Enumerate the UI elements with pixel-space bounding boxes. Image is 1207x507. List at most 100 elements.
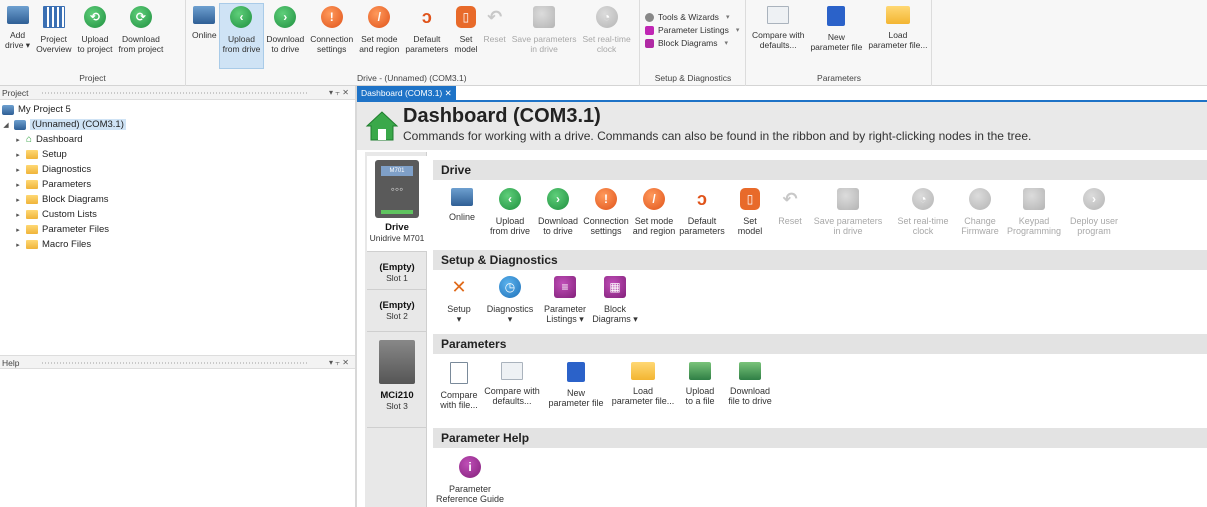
expand-icon[interactable]: ▸ — [14, 196, 22, 204]
block-diagrams-button[interactable]: ▦ Block Diagrams ▾ — [590, 268, 640, 324]
dashboard-header: Dashboard (COM3.1) Commands for working … — [357, 102, 1207, 150]
expand-icon[interactable]: ▸ — [14, 226, 22, 234]
tree-item-setup[interactable]: ▸ Setup — [14, 148, 67, 161]
upload-to-project-button[interactable]: ⟲ Upload to project — [75, 4, 116, 68]
change-firmware-button[interactable]: Change Firmware — [956, 180, 1004, 236]
save-parameters-button[interactable]: Save parameters in drive — [806, 180, 890, 236]
home-icon — [365, 111, 399, 141]
expand-icon[interactable]: ▸ — [14, 211, 22, 219]
upload-icon: ‹ — [230, 6, 253, 28]
set-mode-button[interactable]: / Set mode and region — [356, 4, 402, 68]
block-diagrams-button[interactable]: Block Diagrams ▾ — [645, 38, 741, 48]
expand-icon[interactable]: ▸ — [14, 181, 22, 189]
set-clock-button[interactable]: ◔ Set real-time clock — [890, 180, 956, 236]
connection-icon: ! — [595, 188, 617, 210]
deploy-program-button[interactable]: › Deploy user program — [1064, 180, 1124, 236]
new-parameter-file-button[interactable]: New parameter file — [807, 4, 865, 68]
folder-icon — [26, 240, 38, 249]
parameter-listings-button[interactable]: Parameter Listings ▾ — [645, 25, 741, 35]
load-parameter-file-button[interactable]: Load parameter file... — [865, 4, 930, 68]
upload-file-icon — [689, 362, 711, 380]
keypad-programming-button[interactable]: Keypad Programming — [1004, 180, 1064, 236]
tree-item-diagnostics[interactable]: ▸ Diagnostics — [14, 163, 91, 176]
set-mode-icon: / — [368, 6, 391, 28]
help-commands: i Parameter Reference Guide — [436, 448, 504, 504]
chevron-down-icon: ▾ — [735, 27, 740, 34]
project-overview-button[interactable]: Project Overview — [33, 4, 74, 68]
folder-icon — [26, 150, 38, 159]
folder-icon — [26, 195, 38, 204]
tree-item-parameters[interactable]: ▸ Parameters — [14, 178, 91, 191]
connection-settings-button[interactable]: ! Connection settings — [307, 4, 356, 68]
setup-commands: ✕ Setup ▾ ◷ Diagnostics ▾ ≡ Parameter Listi… — [438, 268, 640, 324]
parameter-reference-guide-button[interactable]: i Parameter Reference Guide — [436, 448, 504, 504]
folder-icon — [26, 180, 38, 189]
ribbon-group-title: Drive - (Unnamed) (COM3.1) — [357, 73, 467, 83]
compare-with-file-button[interactable]: Compare with file... — [438, 354, 480, 410]
reset-button[interactable]: ↶ Reset — [774, 180, 806, 236]
tree-item-dashboard[interactable]: ▸ ⌂ Dashboard — [14, 133, 82, 146]
expand-icon[interactable]: ▸ — [14, 136, 22, 144]
diagnostics-button[interactable]: ◷ Diagnostics ▾ — [480, 268, 540, 324]
keypad-icon — [1023, 188, 1045, 210]
default-parameters-button[interactable]: ↄ Default parameters — [678, 180, 726, 236]
slot-3[interactable]: MCi210 Slot 3 — [367, 336, 427, 428]
slot-1[interactable]: (Empty) Slot 1 — [367, 256, 427, 290]
project-pane-header: Project ▾ ⫟ ✕ — [0, 86, 355, 100]
new-file-icon — [567, 362, 585, 382]
folder-icon — [631, 362, 655, 380]
download-to-drive-button[interactable]: › Download to drive — [534, 180, 582, 236]
setup-button[interactable]: ✕ Setup ▾ — [438, 268, 480, 324]
download-from-project-button[interactable]: ⟳ Download from project — [115, 4, 166, 68]
gauge-icon: ◷ — [499, 276, 521, 298]
download-file-to-drive-button[interactable]: Download file to drive — [722, 354, 778, 410]
slot-2[interactable]: (Empty) Slot 2 — [367, 292, 427, 332]
tree-item-custom-lists[interactable]: ▸ Custom Lists — [14, 208, 97, 221]
parameter-listings-button[interactable]: ≡ Parameter Listings ▾ — [540, 268, 590, 324]
save-parameters-button[interactable]: Save parameters in drive — [509, 4, 580, 68]
expand-icon[interactable]: ▸ — [14, 166, 22, 174]
tree-item-drive[interactable]: ◢ (Unnamed) (COM3.1) — [2, 118, 126, 131]
set-clock-button[interactable]: ◔ Set real-time clock — [579, 4, 633, 68]
ribbon-group-drive: Online ‹ Upload from drive › Download to d… — [187, 0, 640, 86]
set-model-button[interactable]: ▯ Set model — [451, 4, 480, 68]
set-mode-icon: / — [643, 188, 665, 210]
tree-item-project[interactable]: My Project 5 — [2, 103, 71, 116]
tree-item-macro-files[interactable]: ▸ Macro Files — [14, 238, 91, 251]
new-parameter-file-button[interactable]: New parameter file — [544, 354, 608, 410]
upload-from-drive-button[interactable]: ‹ Upload from drive — [486, 180, 534, 236]
ribbon-group-parameters: Compare with defaults... New parameter f… — [747, 0, 932, 86]
connection-settings-button[interactable]: ! Connection settings — [582, 180, 630, 236]
block-diagram-icon — [645, 38, 654, 48]
set-mode-button[interactable]: / Set mode and region — [630, 180, 678, 236]
default-parameters-button[interactable]: ↄ Default parameters — [402, 4, 451, 68]
reset-button[interactable]: ↶ Reset — [481, 4, 509, 68]
tab-dashboard[interactable]: Dashboard (COM3.1) ✕ — [357, 86, 456, 100]
collapse-icon[interactable]: ◢ — [2, 121, 10, 129]
tools-wizards-button[interactable]: Tools & Wizards ▾ — [645, 12, 741, 22]
download-to-drive-button[interactable]: › Download to drive — [263, 4, 307, 68]
download-icon: › — [274, 6, 297, 28]
pane-controls[interactable]: ▾ ⫟ ✕ — [329, 86, 349, 100]
add-drive-button[interactable]: Add drive ▾ — [2, 4, 33, 68]
reset-icon: ↶ — [487, 7, 503, 27]
online-button[interactable]: Online — [438, 180, 486, 236]
expand-icon[interactable]: ▸ — [14, 151, 22, 159]
ribbon-group-setup: Tools & Wizards ▾ Parameter Listings ▾ Blo… — [641, 0, 746, 86]
upload-to-file-button[interactable]: Upload to a file — [678, 354, 722, 410]
set-model-button[interactable]: ▯ Set model — [726, 180, 774, 236]
load-parameter-file-button[interactable]: Load parameter file... — [608, 354, 678, 410]
compare-defaults-button[interactable]: Compare with defaults... — [749, 4, 807, 68]
upload-from-drive-button[interactable]: ‹ Upload from drive — [218, 3, 265, 69]
section-parameter-help: Parameter Help — [433, 428, 1207, 448]
pane-controls[interactable]: ▾ ⫟ ✕ — [329, 356, 349, 370]
page-title: Dashboard (COM3.1) — [403, 105, 601, 127]
compare-with-defaults-button[interactable]: Compare with defaults... — [480, 354, 544, 410]
tree-item-parameter-files[interactable]: ▸ Parameter Files — [14, 223, 109, 236]
slot-drive[interactable]: M701 ◦◦◦ Drive Unidrive M701 — [367, 156, 427, 252]
online-button[interactable]: Online — [189, 4, 220, 68]
tree-item-block-diagrams[interactable]: ▸ Block Diagrams — [14, 193, 108, 206]
home-icon: ⌂ — [26, 134, 33, 145]
ribbon: Add drive ▾ Project Overview ⟲ Upload to … — [0, 0, 1207, 86]
expand-icon[interactable]: ▸ — [14, 241, 22, 249]
